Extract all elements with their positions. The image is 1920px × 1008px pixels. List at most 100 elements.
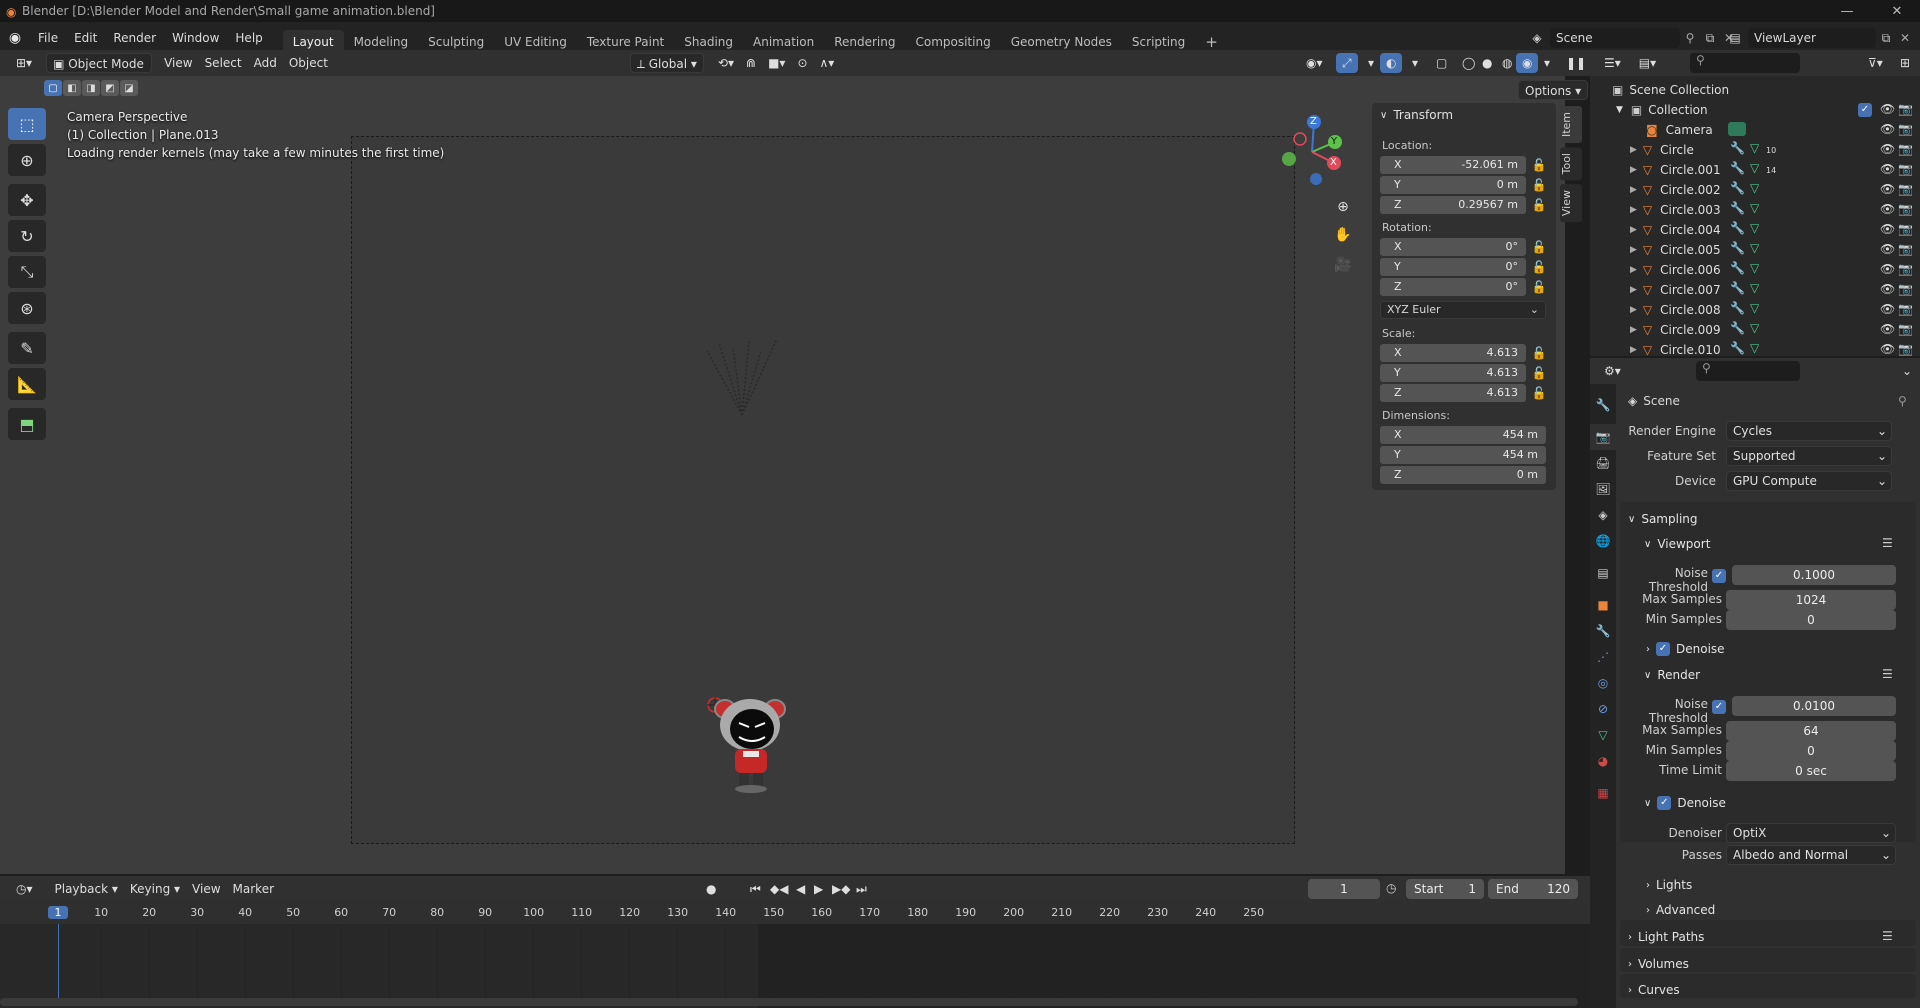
select-subtract-icon[interactable]: ◨ (82, 80, 100, 96)
modifier-icon[interactable]: 🔧 (1730, 221, 1745, 235)
r-noise-threshold-field[interactable]: 0.0100 (1732, 696, 1896, 716)
measure-tool-icon[interactable]: 📐 (8, 368, 46, 400)
tool-properties-icon[interactable]: 🔧 (1590, 392, 1616, 418)
outliner-row[interactable]: ▶ ▽ Circle.007 🔧 ▽ 👁 📷 (1590, 280, 1920, 300)
current-frame-field[interactable]: 1 (1308, 879, 1380, 899)
denoiser-dropdown[interactable]: OptiX ⌄ (1726, 823, 1896, 843)
render-properties-icon[interactable]: 📷 (1590, 424, 1616, 450)
sampling-header[interactable]: ∨ Sampling (1628, 512, 1698, 526)
new-scene-icon[interactable]: ⧉ (1700, 31, 1720, 46)
modifier-icon[interactable]: 🔧 (1730, 161, 1745, 175)
record-icon[interactable]: ● (700, 879, 722, 899)
add-cube-tool-icon[interactable]: ⬒ (8, 408, 46, 440)
close-button[interactable]: ✕ (1874, 0, 1920, 22)
snap-target-icon[interactable]: ■▾ (762, 53, 791, 73)
mesh-data-icon[interactable]: ▽ (1750, 161, 1759, 175)
editor-type-icon[interactable]: ⊞▾ (10, 53, 38, 73)
transform-tool-icon[interactable]: ⊛ (8, 292, 46, 324)
menu-add[interactable]: Add (248, 53, 283, 73)
menu-select[interactable]: Select (199, 53, 248, 73)
render-camera-icon[interactable]: 📷 (1898, 282, 1913, 296)
new-collection-icon[interactable]: ⊞ (1894, 53, 1916, 73)
pan-hand-icon[interactable]: ✋ (1332, 224, 1354, 246)
r-denoise-checkbox[interactable]: ✓ (1657, 796, 1672, 810)
eye-icon[interactable]: 👁 (1880, 202, 1895, 216)
rotation-z-field[interactable]: Z 0° (1380, 278, 1526, 296)
mesh-data-icon[interactable]: ▽ (1750, 181, 1759, 195)
eye-icon[interactable]: 👁 (1880, 302, 1895, 316)
r-time-limit-field[interactable]: 0 sec (1726, 761, 1896, 781)
eye-icon[interactable]: 👁 (1880, 282, 1895, 296)
overlays-toggle-icon[interactable]: ◐ (1380, 53, 1403, 73)
lock-icon[interactable]: 🔓 (1532, 346, 1547, 360)
transform-header[interactable]: ∨ Transform (1380, 108, 1453, 122)
collection-row[interactable]: ▼ ▣ Collection ✓ 👁 📷 (1590, 100, 1920, 120)
modifier-icon[interactable]: 🔧 (1730, 141, 1745, 155)
r-min-samples-field[interactable]: 0 (1726, 741, 1896, 761)
clock-icon[interactable]: ◷ (1386, 881, 1396, 895)
outliner-row[interactable]: ▶ ▽ Circle.008 🔧 ▽ 👁 📷 (1590, 300, 1920, 320)
outliner-row[interactable]: ▶ ▽ Circle.004 🔧 ▽ 👁 📷 (1590, 220, 1920, 240)
mesh-data-icon[interactable]: ▽ (1750, 141, 1759, 155)
scene-properties-icon[interactable]: ◈ (1590, 502, 1616, 528)
mesh-data-icon[interactable]: ▽ (1750, 341, 1759, 355)
camera-view-icon[interactable]: 🎥 (1332, 254, 1354, 276)
vp-min-samples-field[interactable]: 0 (1726, 610, 1896, 630)
menu-marker[interactable]: Marker (227, 879, 280, 899)
volumes-header[interactable]: › Volumes (1628, 957, 1689, 971)
properties-search-input[interactable]: ⚲ (1696, 361, 1800, 381)
rotation-y-field[interactable]: Y 0° (1380, 258, 1526, 276)
material-properties-icon[interactable]: ◕ (1590, 748, 1616, 774)
render-camera-icon[interactable]: 📷 (1898, 102, 1913, 116)
select-box-tool-icon[interactable]: ⬚ (8, 108, 46, 140)
lock-icon[interactable]: 🔓 (1532, 280, 1547, 294)
lock-icon[interactable]: 🔓 (1532, 198, 1547, 212)
select-invert-icon[interactable]: ◩ (101, 80, 119, 96)
outliner-editor-icon[interactable]: ☰▾ (1598, 53, 1627, 73)
mode-dropdown[interactable]: ▣ Object Mode ▾ (46, 53, 153, 91)
render-camera-icon[interactable]: 📷 (1898, 242, 1913, 256)
lock-icon[interactable]: 🔓 (1532, 158, 1547, 172)
modifier-icon[interactable]: 🔧 (1730, 281, 1745, 295)
outliner-row[interactable]: ▶ ▽ Circle.005 🔧 ▽ 👁 📷 (1590, 240, 1920, 260)
outliner-row[interactable]: ▶ ▽ Circle 🔧 ▽ 10 👁 📷 (1590, 140, 1920, 160)
menu-view[interactable]: View (158, 53, 198, 73)
lock-icon[interactable]: 🔓 (1532, 366, 1547, 380)
view-layer-field[interactable]: ViewLayer (1748, 28, 1876, 48)
modifier-icon[interactable]: 🔧 (1730, 241, 1745, 255)
render-camera-icon[interactable]: 📷 (1898, 162, 1913, 176)
mesh-data-icon[interactable]: ▽ (1750, 281, 1759, 295)
maximize-button[interactable] (1826, 0, 1872, 22)
render-camera-icon[interactable]: 📷 (1898, 142, 1913, 156)
tab-item[interactable]: Item (1560, 106, 1582, 144)
outliner-row[interactable]: ▶ ▽ Circle.010 🔧 ▽ 👁 📷 (1590, 340, 1920, 360)
move-tool-icon[interactable]: ✥ (8, 184, 46, 216)
feature-set-dropdown[interactable]: Supported ⌄ (1726, 446, 1892, 466)
select-new-icon[interactable]: ▢ (44, 80, 62, 96)
menu-timeline-view[interactable]: View (186, 879, 226, 899)
modifier-icon[interactable]: 🔧 (1730, 181, 1745, 195)
timeline-scrollbar[interactable] (0, 998, 1578, 1006)
collection-properties-icon[interactable]: ▤ (1590, 560, 1616, 586)
tab-view[interactable]: View (1560, 184, 1582, 223)
light-paths-header[interactable]: › Light Paths (1628, 930, 1704, 944)
lock-icon[interactable]: 🔓 (1532, 260, 1547, 274)
scale-z-field[interactable]: Z 4.613 (1380, 384, 1526, 402)
render-camera-icon[interactable]: 📷 (1898, 202, 1913, 216)
presets-list-icon[interactable]: ☰ (1882, 929, 1893, 943)
tab-tool[interactable]: Tool (1560, 147, 1582, 181)
rotation-x-field[interactable]: X 0° (1380, 238, 1526, 256)
render-camera-icon[interactable]: 📷 (1898, 262, 1913, 276)
eye-icon[interactable]: 👁 (1880, 342, 1895, 356)
outliner-row[interactable]: ▶ ▽ Circle.003 🔧 ▽ 👁 📷 (1590, 200, 1920, 220)
physics-properties-icon[interactable]: ◎ (1590, 670, 1616, 696)
modifier-icon[interactable]: 🔧 (1730, 201, 1745, 215)
rendered-shading-icon[interactable]: ◉ (1516, 53, 1539, 73)
location-y-field[interactable]: Y 0 m (1380, 176, 1526, 194)
mesh-data-icon[interactable]: ▽ (1750, 321, 1759, 335)
eye-icon[interactable]: 👁 (1880, 162, 1895, 176)
viewport-subpanel-header[interactable]: ∨ Viewport (1644, 537, 1710, 551)
constraints-properties-icon[interactable]: ⊘ (1590, 696, 1616, 722)
menu-playback[interactable]: Playback ▾ (49, 879, 124, 899)
modifier-properties-icon[interactable]: 🔧 (1590, 618, 1616, 644)
